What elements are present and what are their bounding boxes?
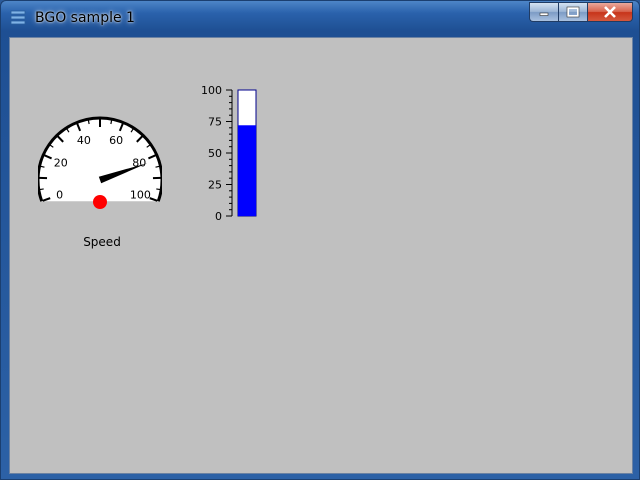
bar-gauge-tick-label: 100 — [201, 84, 222, 97]
minimize-button[interactable] — [529, 2, 558, 22]
level-bar-gauge: 100 75 50 25 0 — [201, 84, 257, 223]
close-icon — [604, 6, 616, 18]
maximize-icon — [566, 6, 580, 18]
window-title: BGO sample 1 — [35, 10, 135, 26]
maximize-button[interactable] — [558, 2, 587, 22]
app-window: BGO sample 1 0 20 40 60 80 100 Speed 100 75 50 2… — [0, 0, 640, 480]
gauge-tick — [110, 120, 113, 125]
title-bar[interactable]: BGO sample 1 — [1, 1, 639, 35]
gauge-tick-label: 0 — [56, 189, 63, 202]
gauge-tick — [87, 120, 90, 125]
speed-gauge: 02040 6080100 — [38, 116, 162, 209]
minimize-icon — [539, 12, 549, 16]
bar-gauge-tick-label: 25 — [208, 179, 222, 192]
indicator-dot — [93, 195, 107, 209]
gauge-tick-label: 60 — [109, 134, 123, 147]
gauge-tick — [156, 188, 161, 191]
speed-gauge-label: Speed — [83, 235, 121, 249]
app-icon — [10, 10, 26, 25]
bar-gauge-fill — [238, 125, 256, 216]
gauge-tick-label: 20 — [54, 157, 68, 170]
gauge-tick-label: 40 — [77, 134, 91, 147]
bar-gauge-tick-label: 0 — [215, 210, 222, 223]
bar-gauge-tick-label: 50 — [208, 147, 222, 160]
gauge-tick-label: 100 — [130, 189, 151, 202]
caption-buttons — [529, 2, 633, 24]
gauge-tick — [39, 188, 44, 191]
client-area: 0 20 40 60 80 100 Speed 100 75 50 25 0 — [9, 37, 633, 474]
close-button[interactable] — [587, 2, 633, 22]
bar-gauge-tick-label: 75 — [208, 116, 222, 129]
